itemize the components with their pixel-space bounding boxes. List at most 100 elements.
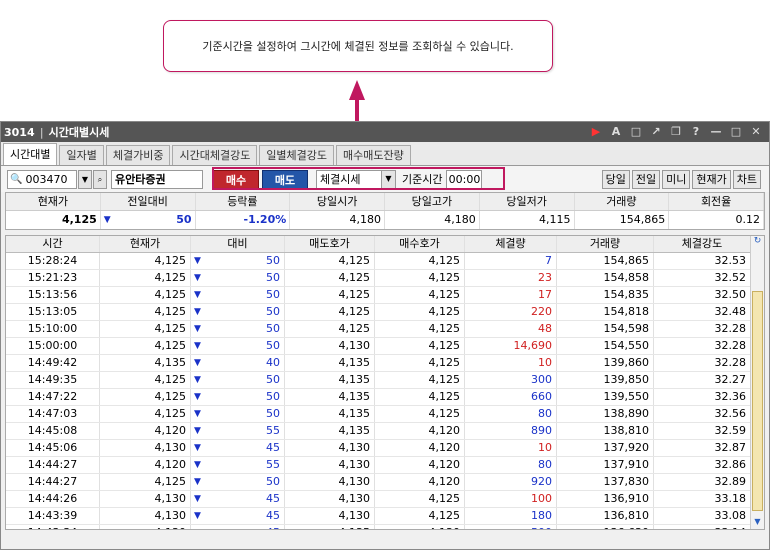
price-cell: 4,125 [100, 406, 191, 422]
table-row[interactable]: 15:13:05 4,125 ▼ 50 4,125 4,125 220 154,818 32.4… [6, 304, 764, 321]
right-button-group: 당일 전일 미니 현재가 차트 [600, 170, 761, 189]
stock-code-input[interactable]: 🔍 003470 [7, 169, 77, 189]
grid-scrollbar[interactable]: ↻ ▼ [750, 236, 764, 529]
help-icon[interactable]: ? [689, 125, 703, 139]
current-price-button[interactable]: 현재가 [692, 170, 731, 189]
minimize-icon[interactable]: — [709, 125, 723, 139]
tab-daily[interactable]: 일자별 [59, 145, 104, 165]
ask-cell: 4,125 [285, 304, 375, 320]
volume-cell: 154,858 [557, 270, 654, 286]
scrollbar-thumb[interactable] [752, 291, 763, 511]
bid-cell: 4,120 [375, 474, 465, 490]
time-cell: 14:49:42 [6, 355, 100, 371]
bid-cell: 4,120 [375, 423, 465, 439]
time-cell: 14:45:06 [6, 440, 100, 456]
play-icon[interactable]: ▶ [589, 125, 603, 139]
mini-button[interactable]: 미니 [662, 170, 691, 189]
table-row[interactable]: 15:28:24 4,125 ▼ 50 4,125 4,125 7 154,865 32.53 [6, 253, 764, 270]
table-row[interactable]: 14:49:42 4,135 ▼ 40 4,135 4,125 10 139,860 32.28 [6, 355, 764, 372]
down-arrow-icon: ▼ [194, 273, 201, 283]
previous-day-button[interactable]: 전일 [631, 170, 661, 189]
price-cell: 4,130 [100, 491, 191, 507]
table-row[interactable]: 15:13:56 4,125 ▼ 50 4,125 4,125 17 154,835 32.50 [6, 287, 764, 304]
time-cell: 15:13:56 [6, 287, 100, 303]
table-row[interactable]: 14:47:22 4,125 ▼ 50 4,135 4,125 660 139,550 32.3… [6, 389, 764, 406]
ask-cell: 4,130 [285, 474, 375, 490]
strength-cell: 32.56 [654, 406, 751, 422]
table-row[interactable]: 14:43:39 4,130 ▼ 45 4,130 4,125 180 136,810 33.0… [6, 508, 764, 525]
table-row[interactable]: 14:44:27 4,125 ▼ 50 4,130 4,120 920 137,830 32.8… [6, 474, 764, 491]
price-cell: 4,125 [100, 304, 191, 320]
tab-daily-strength[interactable]: 일별체결강도 [259, 145, 335, 165]
table-row[interactable]: 15:10:00 4,125 ▼ 50 4,125 4,125 48 154,598 32.28 [6, 321, 764, 338]
table-row[interactable]: 14:49:35 4,125 ▼ 50 4,135 4,125 300 139,850 32.2… [6, 372, 764, 389]
strength-cell: 32.48 [654, 304, 751, 320]
bid-cell: 4,125 [375, 406, 465, 422]
tab-price-weight[interactable]: 체결가비중 [105, 145, 171, 165]
table-row[interactable]: 14:45:06 4,130 ▼ 45 4,130 4,120 10 137,920 32.87 [6, 440, 764, 457]
change-number: 45 [266, 441, 280, 454]
change-number: 45 [266, 492, 280, 505]
down-arrow-icon: ▼ [194, 290, 201, 300]
scroll-down-icon[interactable]: ▼ [752, 517, 763, 529]
volume-cell: 139,850 [557, 372, 654, 388]
down-arrow-icon: ▼ [194, 392, 201, 402]
time-trade-grid: 시간 현재가 대비 매도호가 매수호가 체결량 거래량 체결강도 15:28:2… [5, 235, 765, 530]
change-cell: ▼ 50 [191, 321, 285, 337]
tab-time[interactable]: 시간대별 [3, 143, 58, 165]
change-value: ▼ 50 [101, 211, 196, 229]
table-row[interactable]: 14:45:08 4,120 ▼ 55 4,135 4,120 890 138,810 32.5… [6, 423, 764, 440]
tab-bar: 시간대별 일자별 체결가비중 시간대체결강도 일별체결강도 매수매도잔량 [1, 142, 769, 166]
turnover-value: 0.12 [669, 211, 764, 229]
volume-cell: 138,890 [557, 406, 654, 422]
trade-volume-cell: 920 [465, 474, 557, 490]
restore-icon[interactable]: ❐ [669, 125, 683, 139]
grid-header: 대비 [191, 236, 285, 252]
time-cell: 14:45:08 [6, 423, 100, 439]
window-icon[interactable]: □ [629, 125, 643, 139]
tab-time-strength[interactable]: 시간대체결강도 [172, 145, 258, 165]
price-cell: 4,125 [100, 474, 191, 490]
tab-order-balance[interactable]: 매수매도잔량 [336, 145, 411, 165]
price-cell: 4,125 [100, 287, 191, 303]
summary-header-row: 현재가 전일대비 등락률 당일시가 당일고가 당일저가 거래량 회전율 [6, 193, 764, 211]
ask-cell: 4,135 [285, 406, 375, 422]
ask-cell: 4,135 [285, 372, 375, 388]
strength-cell: 32.53 [654, 253, 751, 269]
grid-header: 거래량 [557, 236, 654, 252]
ask-cell: 4,130 [285, 457, 375, 473]
price-cell: 4,130 [100, 440, 191, 456]
table-row[interactable]: 15:21:23 4,125 ▼ 50 4,125 4,125 23 154,858 32.52 [6, 270, 764, 287]
today-button[interactable]: 당일 [601, 170, 630, 189]
table-row[interactable]: 14:44:27 4,120 ▼ 55 4,130 4,120 80 137,910 32.86 [6, 457, 764, 474]
change-number: 50 [266, 288, 280, 301]
table-row[interactable]: 14:47:03 4,125 ▼ 50 4,135 4,125 80 138,890 32.56 [6, 406, 764, 423]
volume-cell: 137,910 [557, 457, 654, 473]
down-arrow-icon: ▼ [194, 375, 201, 385]
table-row[interactable]: 14:44:26 4,130 ▼ 45 4,130 4,125 100 136,910 33.1… [6, 491, 764, 508]
bid-cell: 4,120 [375, 440, 465, 456]
code-dropdown-button[interactable]: ▼ [78, 169, 92, 189]
high-price-value: 4,180 [385, 211, 480, 229]
table-row[interactable]: 14:43:344,130▼454,1354,130500136,63033.1… [6, 525, 764, 529]
popout-icon[interactable]: ↗ [649, 125, 663, 139]
volume-cell: 137,830 [557, 474, 654, 490]
change-number: 50 [266, 407, 280, 420]
change-number: 50 [266, 254, 280, 267]
volume-cell: 138,810 [557, 423, 654, 439]
change-number: 55 [266, 424, 280, 437]
refresh-icon[interactable]: ↻ [751, 236, 764, 252]
trade-volume-cell: 17 [465, 287, 557, 303]
info-callout: 기준시간을 설정하여 그시간에 체결된 정보를 조회하실 수 있습니다. [163, 20, 553, 72]
change-cell: ▼ 50 [191, 304, 285, 320]
code-search-button[interactable]: ⌕ [93, 169, 107, 189]
bid-cell: 4,120 [375, 457, 465, 473]
font-icon[interactable]: A [609, 125, 623, 139]
chart-button[interactable]: 차트 [732, 170, 761, 189]
table-row[interactable]: 15:00:00 4,125 ▼ 50 4,130 4,125 14,690 154,550 3… [6, 338, 764, 355]
maximize-icon[interactable]: □ [729, 125, 743, 139]
close-icon[interactable]: ✕ [749, 125, 763, 139]
bid-cell: 4,125 [375, 355, 465, 371]
volume-value: 154,865 [575, 211, 670, 229]
change-cell: ▼ 50 [191, 287, 285, 303]
